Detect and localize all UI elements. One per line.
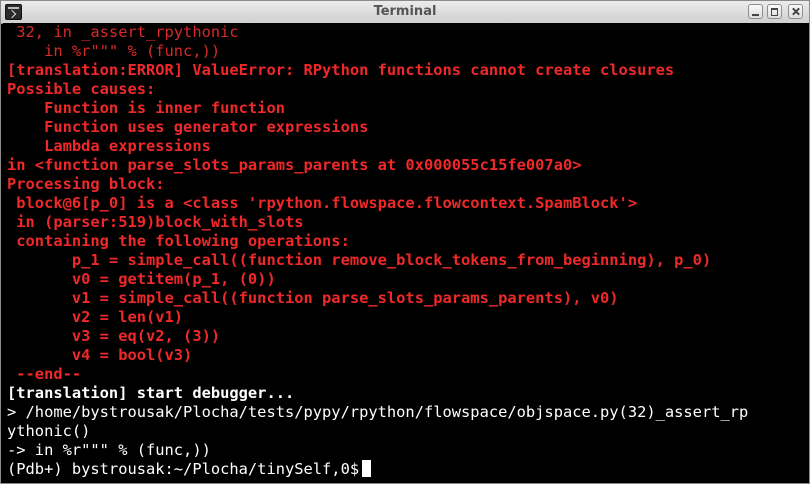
terminal-line: in (parser:519)block_with_slots <box>7 213 304 231</box>
terminal-line: v3 = eq(v2, (3)) <box>7 327 221 345</box>
terminal-line: 32, in _assert_rpythonic <box>7 23 239 41</box>
terminal-line: [translation] start debugger... <box>7 384 295 402</box>
terminal-line: containing the following operations: <box>7 232 350 250</box>
terminal-line: v2 = len(v1) <box>7 308 184 326</box>
terminal-line: v0 = getitem(p_1, (0)) <box>7 270 276 288</box>
terminal-line: --end-- <box>7 365 82 383</box>
terminal-line: block@6[p_0] is a <class 'rpython.flowsp… <box>7 194 638 212</box>
shell-prompt: (Pdb+) bystrousak:~/Plocha/tinySelf,0$ <box>7 460 360 478</box>
terminal-line: Function is inner function <box>7 99 285 117</box>
terminal-line: Function uses generator expressions <box>7 118 369 136</box>
terminal-line: v4 = bool(v3) <box>7 346 193 364</box>
terminal-window: Terminal 32, in _assert_rpythonic in %r"… <box>0 0 810 484</box>
terminal-line: in <function parse_slots_params_parents … <box>7 156 582 174</box>
terminal-line: v1 = simple_call((function parse_slots_p… <box>7 289 619 307</box>
terminal-line: -> in %r""" % (func,)) <box>7 441 211 459</box>
terminal-line: ythonic() <box>7 422 91 440</box>
maximize-icon[interactable] <box>767 4 782 19</box>
terminal-line: Lambda expressions <box>7 137 211 155</box>
prompt-line[interactable]: (Pdb+) bystrousak:~/Plocha/tinySelf,0$ <box>7 460 372 479</box>
minimize-icon[interactable] <box>748 4 763 19</box>
terminal-line: p_1 = simple_call((function remove_block… <box>7 251 712 269</box>
title-bar[interactable]: Terminal <box>1 1 809 24</box>
terminal-line: > /home/bystrousak/Plocha/tests/pypy/rpy… <box>7 403 749 421</box>
text-cursor <box>362 460 372 477</box>
terminal-output[interactable]: 32, in _assert_rpythonic in %r""" % (fun… <box>3 23 809 483</box>
terminal-line: [translation:ERROR] ValueError: RPython … <box>7 61 675 79</box>
terminal-line: Possible causes: <box>7 80 156 98</box>
terminal-line: in %r""" % (func,)) <box>7 42 221 60</box>
window-title: Terminal <box>373 4 437 19</box>
close-icon[interactable] <box>788 4 803 19</box>
terminal-line: Processing block: <box>7 175 165 193</box>
